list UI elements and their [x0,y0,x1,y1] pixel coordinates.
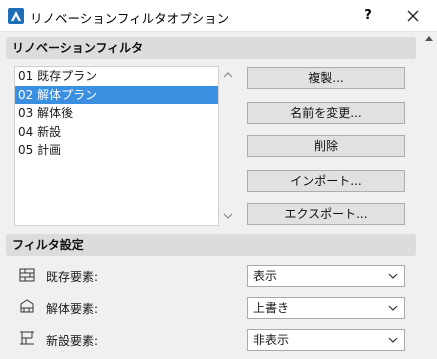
list-item[interactable]: 01 既存プラン [15,67,218,86]
list-item[interactable]: 05 計画 [15,141,218,160]
rename-button[interactable]: 名前を変更... [247,102,405,124]
existing-element-icon [19,268,35,282]
title-bar: リノベーションフィルタオプション ? [0,0,437,32]
existing-elements-select[interactable]: 表示 [247,265,405,287]
scroll-up-icon[interactable] [425,36,433,41]
help-button[interactable]: ? [356,6,380,26]
existing-elements-value: 表示 [253,269,278,283]
new-elements-label: 新設要素: [46,334,99,348]
filter-list[interactable]: 01 既存プラン 02 解体プラン 03 解体後 04 新設 05 計画 [14,66,219,226]
new-elements-value: 非表示 [253,333,290,347]
demolished-elements-label: 解体要素: [46,302,99,316]
existing-elements-label: 既存要素: [46,270,99,284]
list-reorder-controls [221,66,235,226]
list-item[interactable]: 03 解体後 [15,104,218,123]
duplicate-button[interactable]: 複製... [247,67,405,89]
settings-section-header: フィルタ設定 [6,234,416,256]
close-icon [407,10,419,22]
window-title: リノベーションフィルタオプション [30,11,230,26]
demolished-elements-select[interactable]: 上書き [247,297,405,319]
list-item[interactable]: 04 新設 [15,123,218,142]
demolished-elements-value: 上書き [253,301,290,315]
import-button[interactable]: インポート... [247,170,405,192]
chevron-down-icon [388,273,398,279]
chevron-down-icon [388,337,398,343]
move-down-icon[interactable] [223,211,233,221]
new-elements-select[interactable]: 非表示 [247,329,405,351]
list-item[interactable]: 02 解体プラン [15,85,218,104]
move-up-icon[interactable] [223,70,233,80]
delete-button[interactable]: 削除 [247,135,405,157]
export-button[interactable]: エクスポート... [247,203,405,225]
filters-section-header: リノベーションフィルタ [6,37,416,59]
close-button[interactable] [398,6,428,26]
demolished-element-icon [20,299,34,313]
chevron-down-icon [388,305,398,311]
new-element-icon [20,331,34,345]
app-icon [8,8,24,24]
